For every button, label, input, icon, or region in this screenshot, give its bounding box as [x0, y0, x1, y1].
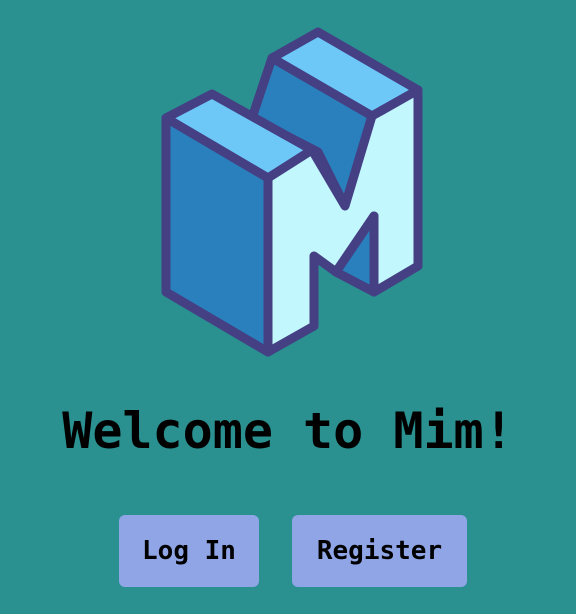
mim-logo: [0, 0, 576, 380]
block-letter-m-logo-icon: [161, 27, 423, 357]
register-button[interactable]: Register: [292, 515, 467, 587]
welcome-heading: Welcome to Mim!: [62, 402, 514, 460]
login-button[interactable]: Log In: [119, 515, 259, 587]
